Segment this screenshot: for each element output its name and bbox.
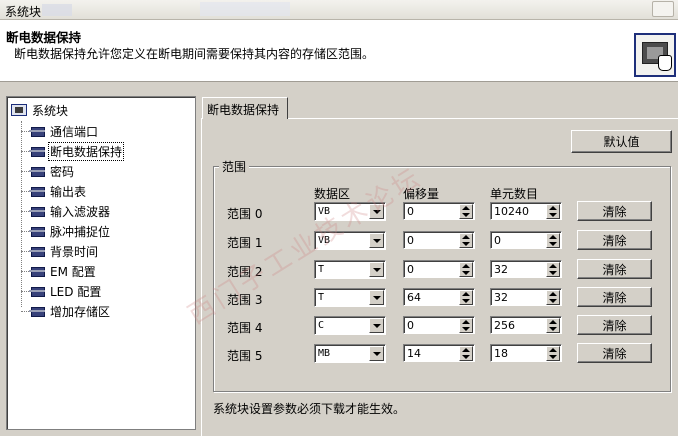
spin-buttons[interactable] <box>459 233 473 248</box>
tree-item-label: 通信端口 <box>50 124 99 139</box>
tree-item-label: 增加存储区 <box>50 304 111 319</box>
spin-buttons[interactable] <box>459 204 473 219</box>
tree-root-label: 系统块 <box>32 103 69 118</box>
range-label: 范围 5 <box>227 349 263 363</box>
clear-button[interactable]: 清除 <box>577 259 652 279</box>
tree-item-led-config[interactable]: LED 配置 <box>21 282 102 300</box>
chevron-down-icon[interactable] <box>369 318 384 333</box>
spin-buttons[interactable] <box>459 346 473 361</box>
title-bar: 系统块 <box>0 0 678 20</box>
spin-buttons[interactable] <box>459 262 473 277</box>
range-label: 范围 3 <box>227 293 263 307</box>
range-label: 范围 4 <box>227 321 263 335</box>
tree-item-em-config[interactable]: EM 配置 <box>21 262 97 280</box>
page-title: 断电数据保持 <box>6 30 82 45</box>
range-label: 范围 0 <box>227 207 263 221</box>
spin-buttons[interactable] <box>546 318 560 333</box>
spin-buttons[interactable] <box>546 262 560 277</box>
count-stepper[interactable]: 18 <box>490 344 562 362</box>
offset-stepper[interactable]: 0 <box>403 231 475 249</box>
tree-item-label: 背景时间 <box>50 244 99 259</box>
chevron-down-icon[interactable] <box>369 290 384 305</box>
chevron-down-icon[interactable] <box>369 262 384 277</box>
tree-item-add-memory[interactable]: 增加存储区 <box>21 302 111 320</box>
page-description: 断电数据保持允许您定义在断电期间需要保持其内容的存储区范围。 <box>14 47 375 61</box>
count-stepper[interactable]: 32 <box>490 260 562 278</box>
range-label: 范围 2 <box>227 265 263 279</box>
spin-buttons[interactable] <box>546 346 560 361</box>
clear-button[interactable]: 清除 <box>577 343 652 363</box>
clear-button[interactable]: 清除 <box>577 315 652 335</box>
node-icon <box>29 166 45 177</box>
data-area-select[interactable]: VB <box>314 202 386 221</box>
data-area-select[interactable]: C <box>314 316 386 335</box>
system-block-icon <box>634 33 676 77</box>
tree-item-label: 输出表 <box>50 184 87 199</box>
node-icon <box>29 286 45 297</box>
column-header-area: 数据区 <box>314 187 351 201</box>
data-area-select[interactable]: T <box>314 260 386 279</box>
spin-buttons[interactable] <box>546 204 560 219</box>
chevron-down-icon[interactable] <box>369 346 384 361</box>
tree-item-label: 输入滤波器 <box>50 204 111 219</box>
tree-item-output-table[interactable]: 输出表 <box>21 182 87 200</box>
hand-icon <box>658 55 672 71</box>
tree-item-label: LED 配置 <box>50 284 102 299</box>
node-icon <box>29 266 45 277</box>
tab-retentive-ranges[interactable]: 断电数据保持 <box>202 97 288 119</box>
data-area-select[interactable]: T <box>314 288 386 307</box>
tree-root[interactable]: 系统块 <box>11 102 68 118</box>
tree-item-pulse-catch[interactable]: 脉冲捕捉位 <box>21 222 111 240</box>
node-icon <box>29 126 45 137</box>
node-icon <box>29 146 45 157</box>
offset-stepper[interactable]: 14 <box>403 344 475 362</box>
window-title: 系统块 <box>5 5 42 19</box>
tree-item-label: 断电数据保持 <box>47 141 125 161</box>
offset-stepper[interactable]: 64 <box>403 288 475 306</box>
count-stepper[interactable]: 0 <box>490 231 562 249</box>
node-icon <box>29 246 45 257</box>
chevron-down-icon[interactable] <box>369 204 384 219</box>
count-stepper[interactable]: 10240 <box>490 202 562 220</box>
tree-item-input-filters[interactable]: 输入滤波器 <box>21 202 111 220</box>
close-button[interactable] <box>652 1 674 17</box>
range-group-label: 范围 <box>219 158 250 175</box>
spin-buttons[interactable] <box>546 290 560 305</box>
clear-button[interactable]: 清除 <box>577 287 652 307</box>
clear-button[interactable]: 清除 <box>577 230 652 250</box>
node-icon <box>29 306 45 317</box>
tree-item-label: 密码 <box>50 164 75 179</box>
tree-item-background-time[interactable]: 背景时间 <box>21 242 99 260</box>
data-area-select[interactable]: MB <box>314 344 386 363</box>
system-block-tree[interactable]: 系统块 通信端口 断电数据保持 密码 输出表 输入滤波器 脉冲捕捉位 背景时间 … <box>6 96 196 430</box>
node-icon <box>29 186 45 197</box>
default-button[interactable]: 默认值 <box>571 130 672 153</box>
system-block-root-icon <box>11 104 27 116</box>
offset-stepper[interactable]: 0 <box>403 260 475 278</box>
clear-button[interactable]: 清除 <box>577 201 652 221</box>
tree-item-label: EM 配置 <box>50 264 96 279</box>
tree-item-label: 脉冲捕捉位 <box>50 224 111 239</box>
spin-buttons[interactable] <box>546 233 560 248</box>
page-header: 断电数据保持 断电数据保持允许您定义在断电期间需要保持其内容的存储区范围。 <box>0 20 678 82</box>
range-label: 范围 1 <box>227 236 263 250</box>
count-stepper[interactable]: 256 <box>490 316 562 334</box>
spin-buttons[interactable] <box>459 290 473 305</box>
offset-stepper[interactable]: 0 <box>403 202 475 220</box>
title-bar-blurred-area-2 <box>200 2 290 16</box>
download-note: 系统块设置参数必须下载才能生效。 <box>213 402 406 416</box>
data-area-select[interactable]: VB <box>314 231 386 250</box>
node-icon <box>29 206 45 217</box>
chevron-down-icon[interactable] <box>369 233 384 248</box>
tree-item-retentive-ranges[interactable]: 断电数据保持 <box>21 141 125 161</box>
count-stepper[interactable]: 32 <box>490 288 562 306</box>
column-header-offset: 偏移量 <box>403 187 440 201</box>
offset-stepper[interactable]: 0 <box>403 316 475 334</box>
title-bar-blurred-area <box>42 4 72 16</box>
spin-buttons[interactable] <box>459 318 473 333</box>
tree-item-comm-port[interactable]: 通信端口 <box>21 122 99 140</box>
node-icon <box>29 226 45 237</box>
column-header-count: 单元数目 <box>490 187 539 201</box>
tree-item-password[interactable]: 密码 <box>21 162 75 180</box>
